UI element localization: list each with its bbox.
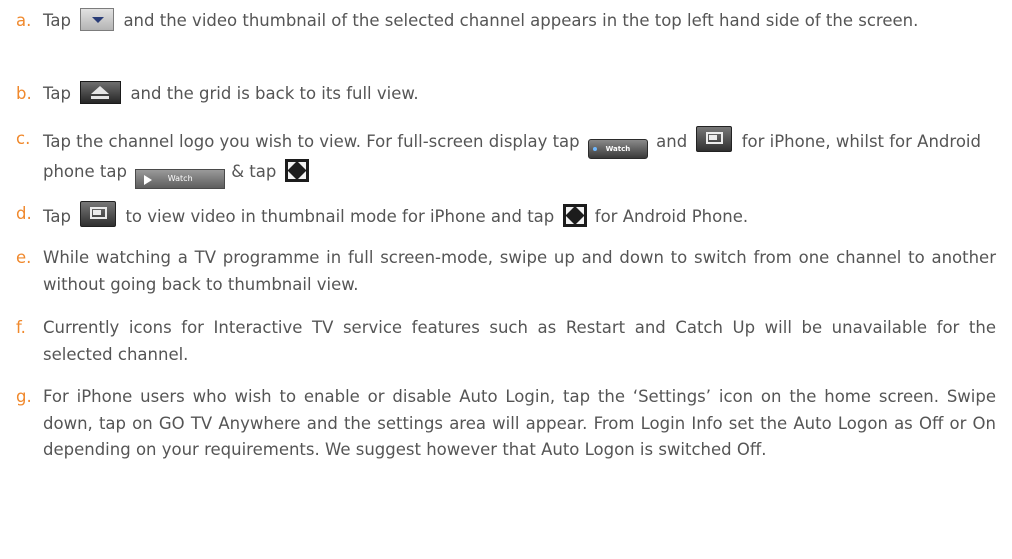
list-item-c: c. Tap the channel logo you wish to view… xyxy=(16,126,996,189)
list-item-a: a. Tap and the video thumbnail of the se… xyxy=(16,8,996,35)
item-marker: c. xyxy=(16,129,31,148)
item-text: While watching a TV programme in full sc… xyxy=(43,248,996,294)
item-text: Tap to view video in thumbnail mode for … xyxy=(43,201,996,231)
list-item-f: f. Currently icons for Interactive TV se… xyxy=(16,315,996,368)
grid-expand-button-icon xyxy=(80,81,122,104)
expand-arrows-icon xyxy=(562,204,587,227)
list-item-d: d. Tap to view video in thumbnail mode f… xyxy=(16,201,996,231)
list-item-g: g. For iPhone users who wish to enable o… xyxy=(16,384,996,464)
watch-button-android-icon: Watch xyxy=(135,169,226,189)
grid-collapse-button-icon xyxy=(80,8,115,31)
list-item-e: e. While watching a TV programme in full… xyxy=(16,245,996,298)
item-marker: f. xyxy=(16,318,26,337)
item-marker: d. xyxy=(16,204,32,223)
item-marker: e. xyxy=(16,248,32,267)
item-text: For iPhone users who wish to enable or d… xyxy=(43,387,996,459)
thumbnail-mode-icon xyxy=(80,201,117,227)
item-text: Currently icons for Interactive TV servi… xyxy=(43,318,996,364)
item-marker: b. xyxy=(16,84,32,103)
watch-button-ios-icon: Watch xyxy=(587,139,648,159)
item-marker: a. xyxy=(16,11,32,30)
item-text: Tap and the grid is back to its full vie… xyxy=(43,81,996,108)
item-text: Tap the channel logo you wish to view. F… xyxy=(43,126,996,189)
item-marker: g. xyxy=(16,387,32,406)
item-text: Tap and the video thumbnail of the selec… xyxy=(43,8,943,35)
expand-arrows-icon xyxy=(284,159,309,182)
list-item-b: b. Tap and the grid is back to its full … xyxy=(16,81,996,108)
fullscreen-toggle-icon xyxy=(696,126,733,152)
